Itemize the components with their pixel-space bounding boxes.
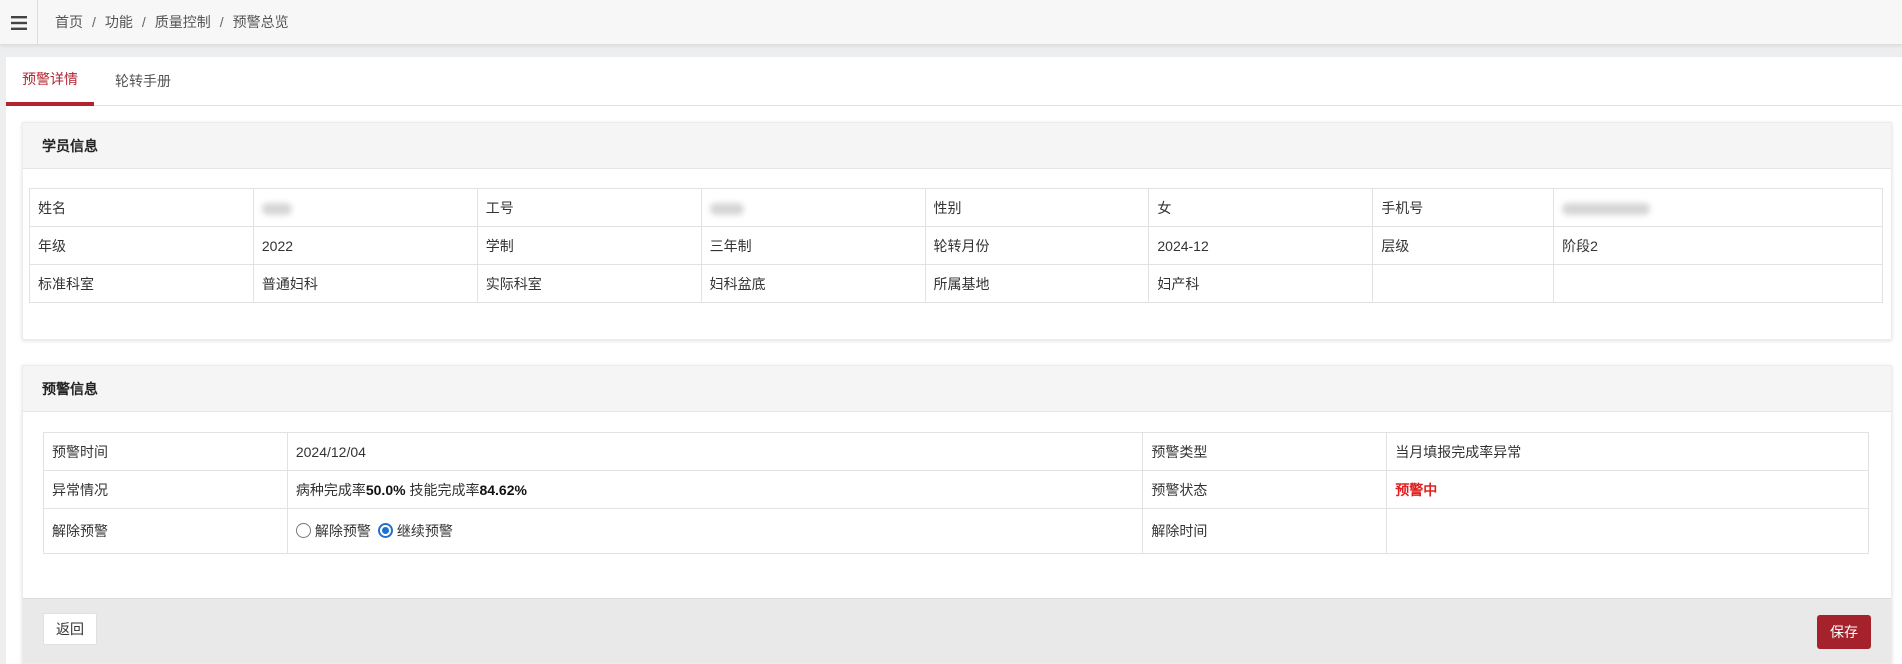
page-content: 预警详情 轮转手册 学员信息 姓名 工号 性别 女 手机号 年级 2022 学制… <box>6 57 1902 664</box>
standard-dept-label: 标准科室 <box>29 264 254 303</box>
release-warning-label: 解除预警 <box>43 508 288 554</box>
base-value: 妇产科 <box>1148 264 1374 303</box>
warning-type-label: 预警类型 <box>1142 432 1388 471</box>
program-length-label: 学制 <box>476 226 702 265</box>
top-bar: 首页 / 功能 / 质量控制 / 预警总览 <box>0 0 1902 45</box>
tab-rotation-handbook[interactable]: 轮转手册 <box>108 57 178 106</box>
redacted-name <box>261 202 292 215</box>
radio-checked-icon <box>377 523 393 539</box>
table-row: 异常情况 病种完成率50.0% 技能完成率84.62% 预警状态 预警中 <box>43 470 1869 509</box>
save-button[interactable]: 保存 <box>1817 615 1871 649</box>
warning-status-value: 预警中 <box>1386 470 1869 509</box>
phone-label: 手机号 <box>1372 188 1555 227</box>
warning-status-label: 预警状态 <box>1142 470 1388 509</box>
breadcrumb-separator: / <box>219 14 224 30</box>
hamburger-icon <box>10 15 27 30</box>
table-row: 解除预警 解除预警 继续预警 解除时间 <box>43 508 1869 554</box>
student-info-title: 学员信息 <box>23 123 1891 169</box>
tab-bar: 预警详情 轮转手册 <box>6 57 1902 106</box>
breadcrumb-quality-control[interactable]: 质量控制 <box>155 14 211 30</box>
rotation-month-label: 轮转月份 <box>924 226 1150 265</box>
radio-circle-icon <box>295 523 311 539</box>
warning-type-value: 当月填报完成率异常 <box>1386 432 1869 471</box>
student-info-table: 姓名 工号 性别 女 手机号 年级 2022 学制 三年制 轮转月份 2024-… <box>29 188 1883 303</box>
form-footer: 返回 保存 <box>23 598 1891 663</box>
breadcrumb: 首页 / 功能 / 质量控制 / 预警总览 <box>55 0 289 45</box>
gender-label: 性别 <box>924 188 1150 227</box>
abnormal-label: 异常情况 <box>43 470 288 509</box>
empty-cell <box>1372 264 1555 303</box>
name-label: 姓名 <box>29 188 254 227</box>
skill-rate-value: 84.62% <box>479 481 527 498</box>
breadcrumb-warning-overview: 预警总览 <box>232 14 289 30</box>
table-row: 姓名 工号 性别 女 手机号 <box>29 188 1883 227</box>
breadcrumb-home[interactable]: 首页 <box>55 14 83 30</box>
warning-time-value: 2024/12/04 <box>286 432 1144 471</box>
grade-label: 年级 <box>29 226 254 265</box>
disease-rate-label: 病种完成率 <box>295 481 366 498</box>
abnormal-value: 病种完成率50.0% 技能完成率84.62% <box>286 470 1144 509</box>
actual-dept-label: 实际科室 <box>476 264 702 303</box>
radio-label: 解除预警 <box>314 522 371 539</box>
skill-rate-label: 技能完成率 <box>409 481 480 498</box>
program-length-value: 三年制 <box>700 226 926 265</box>
tab-warning-details[interactable]: 预警详情 <box>6 57 94 106</box>
breadcrumb-function[interactable]: 功能 <box>105 14 133 30</box>
radio-release-warning[interactable]: 解除预警 <box>295 521 371 541</box>
employee-id-label: 工号 <box>476 188 702 227</box>
empty-cell <box>1553 264 1883 303</box>
level-value: 阶段2 <box>1553 226 1883 265</box>
breadcrumb-separator: / <box>92 14 96 30</box>
release-time-value <box>1386 508 1869 554</box>
student-info-panel: 学员信息 姓名 工号 性别 女 手机号 年级 2022 学制 三年制 轮转月份 … <box>22 122 1892 340</box>
base-label: 所属基地 <box>924 264 1150 303</box>
level-label: 层级 <box>1372 226 1555 265</box>
warning-time-label: 预警时间 <box>43 432 288 471</box>
menu-toggle-button[interactable] <box>0 0 38 45</box>
disease-rate-value: 50.0% <box>365 481 406 498</box>
phone-value <box>1553 188 1883 227</box>
release-time-label: 解除时间 <box>1142 508 1388 554</box>
table-row: 标准科室 普通妇科 实际科室 妇科盆底 所属基地 妇产科 <box>29 264 1883 303</box>
table-row: 预警时间 2024/12/04 预警类型 当月填报完成率异常 <box>43 432 1869 471</box>
back-button[interactable]: 返回 <box>43 613 97 645</box>
employee-id-value <box>700 188 926 227</box>
release-warning-options: 解除预警 继续预警 <box>286 508 1144 554</box>
redacted-employee-id <box>709 202 744 215</box>
warning-info-title: 预警信息 <box>23 366 1891 412</box>
standard-dept-value: 普通妇科 <box>252 264 478 303</box>
radio-continue-warning[interactable]: 继续预警 <box>377 521 453 541</box>
gender-value: 女 <box>1148 188 1374 227</box>
actual-dept-value: 妇科盆底 <box>700 264 926 303</box>
redacted-phone <box>1562 202 1651 215</box>
rotation-month-value: 2024-12 <box>1148 226 1374 265</box>
grade-value: 2022 <box>252 226 478 265</box>
table-row: 年级 2022 学制 三年制 轮转月份 2024-12 层级 阶段2 <box>29 226 1883 265</box>
radio-label: 继续预警 <box>396 522 453 539</box>
breadcrumb-separator: / <box>141 14 146 30</box>
name-value <box>252 188 478 227</box>
warning-info-table: 预警时间 2024/12/04 预警类型 当月填报完成率异常 异常情况 病种完成… <box>43 432 1869 554</box>
warning-info-panel: 预警信息 预警时间 2024/12/04 预警类型 当月填报完成率异常 异常情况… <box>22 365 1892 664</box>
